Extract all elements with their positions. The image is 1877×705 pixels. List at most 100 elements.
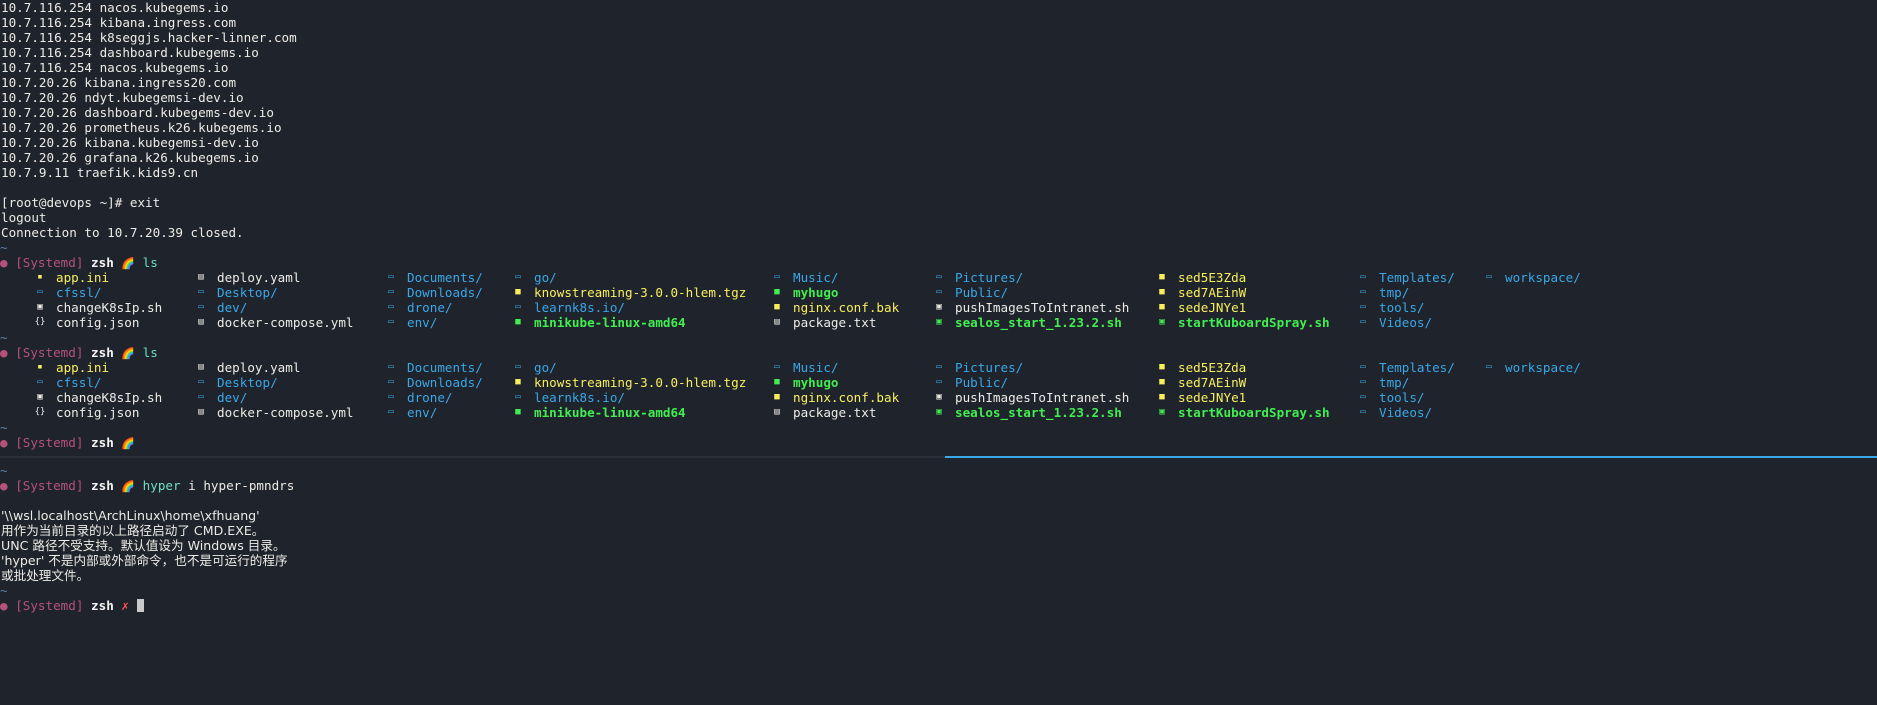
prompt-line: ● [Systemd] zsh 🌈 ls [0, 255, 1877, 270]
listing-row: ▭ cfssl/ ▭ Desktop/ ▭ Downloads/ ■ knowstreamin… [0, 285, 1877, 300]
archive-icon: ■ [515, 287, 521, 297]
prompt-line: ● [Systemd] zsh 🌈 hyper i hyper-pmndrs [0, 478, 1877, 493]
config-file-icon: ■ [774, 302, 780, 312]
active-prompt-line[interactable]: ● [Systemd] zsh ✗ [0, 598, 1877, 613]
folder-icon: ▭ [1360, 287, 1366, 297]
listing-entry: tmp/ [1379, 375, 1410, 390]
listing-entry: Pictures/ [955, 360, 1024, 375]
ls-listing: ▪ app.ini ▤ deploy.yaml ▭ Documents/ ▭ go/ ▭ Musi… [0, 360, 1877, 420]
listing-entry: Downloads/ [407, 285, 483, 300]
prompt-shell: zsh [91, 255, 114, 270]
listing-row: ▣ changeK8sIp.sh ▭ dev/ ▭ drone/ ▭ learnk8s.io/… [0, 390, 1877, 405]
listing-entry: env/ [407, 315, 438, 330]
rainbow-icon: 🌈 [121, 347, 136, 360]
listing-entry: learnk8s.io/ [534, 300, 625, 315]
output-line: 10.7.20.26 kibana.kubegemsi-dev.io [1, 135, 259, 150]
command-args: i hyper-pmndrs [180, 478, 295, 493]
folder-icon: ▭ [388, 362, 394, 372]
prompt-tag: [Systemd] [15, 255, 84, 270]
listing-entry: Public/ [955, 285, 1009, 300]
output-line: 10.7.20.26 dashboard.kubegems-dev.io [1, 105, 274, 120]
folder-icon: ▭ [1360, 302, 1366, 312]
listing-row: ▪ app.ini ▤ deploy.yaml ▭ Documents/ ▭ go/ ▭ Musi… [0, 270, 1877, 285]
listing-entry: env/ [407, 405, 438, 420]
ls-listing: ▪ app.ini ▤ deploy.yaml ▭ Documents/ ▭ go/ ▭ Musi… [0, 270, 1877, 330]
listing-entry: Music/ [793, 270, 839, 285]
status-dot-icon: ● [0, 345, 8, 360]
listing-entry: sedeJNYe1 [1178, 300, 1247, 315]
listing-entry: sed5E3Zda [1178, 360, 1247, 375]
file-icon: ■ [1159, 377, 1165, 387]
rainbow-icon: 🌈 [121, 257, 136, 270]
hosts-output: 10.7.116.254 nacos.kubegems.io 10.7.116.… [0, 0, 1877, 180]
listing-entry: docker-compose.yml [217, 405, 354, 420]
listing-row: ▣ changeK8sIp.sh ▭ dev/ ▭ drone/ ▭ learnk8s.io/… [0, 300, 1877, 315]
file-icon: ■ [1159, 272, 1165, 282]
prompt-line: ● [Systemd] zsh 🌈 [0, 435, 1877, 450]
listing-entry: Pictures/ [955, 270, 1024, 285]
listing-entry: changeK8sIp.sh [56, 390, 163, 405]
listing-entry: Downloads/ [407, 375, 483, 390]
pane-divider[interactable] [0, 456, 1877, 458]
prompt-cwd: ~ [0, 240, 8, 255]
listing-entry: sed7AEinW [1178, 375, 1247, 390]
folder-icon: ▭ [388, 392, 394, 402]
text-file-icon: ▤ [774, 407, 780, 417]
listing-entry: Music/ [793, 360, 839, 375]
folder-icon: ▭ [1360, 377, 1366, 387]
folder-icon: ▭ [1360, 392, 1366, 402]
shell-script-icon: ▣ [936, 407, 942, 417]
terminal-pane-top[interactable]: 10.7.116.254 nacos.kubegems.io 10.7.116.… [0, 0, 1877, 456]
shell-script-icon: ▣ [37, 392, 43, 402]
listing-entry: Documents/ [407, 270, 483, 285]
prompt-cwd: ~ [0, 330, 8, 345]
output-line: 10.7.116.254 nacos.kubegems.io [1, 60, 229, 75]
folder-icon: ▭ [1360, 407, 1366, 417]
json-file-icon: {} [34, 407, 46, 417]
listing-entry: knowstreaming-3.0.0-hlem.tgz [534, 375, 747, 390]
prompt-tag: [Systemd] [15, 435, 84, 450]
error-output-line: 用作为当前目录的以上路径启动了 CMD.EXE。 [1, 523, 265, 538]
listing-entry: deploy.yaml [217, 360, 301, 375]
listing-entry: dev/ [217, 390, 248, 405]
yaml-file-icon: ▤ [198, 407, 204, 417]
text-cursor[interactable] [136, 599, 144, 612]
command-text: ls [142, 255, 158, 270]
listing-row: ▭ cfssl/ ▭ Desktop/ ▭ Downloads/ ■ knowstreamin… [0, 375, 1877, 390]
status-dot-icon: ● [0, 435, 8, 450]
terminal-pane-bottom[interactable]: ~ ● [Systemd] zsh 🌈 hyper i hyper-pmndrs… [0, 459, 1877, 705]
error-x-icon: ✗ [121, 598, 129, 613]
listing-entry: cfssl/ [56, 285, 102, 300]
status-dot-icon: ● [0, 598, 8, 613]
folder-icon: ▭ [515, 302, 521, 312]
listing-entry: sealos_start_1.23.2.sh [955, 315, 1122, 330]
prompt-cwd: ~ [0, 463, 8, 478]
settings-file-icon: ▪ [37, 272, 43, 282]
shell-script-icon: ▣ [936, 317, 942, 327]
command-name: hyper [142, 478, 181, 493]
listing-entry: myhugo [793, 285, 839, 300]
listing-entry: tools/ [1379, 300, 1425, 315]
file-icon: ■ [1159, 392, 1165, 402]
listing-entry: tmp/ [1379, 285, 1410, 300]
executable-icon: ■ [774, 287, 780, 297]
shell-script-icon: ▣ [936, 392, 942, 402]
executable-icon: ■ [515, 317, 521, 327]
listing-entry: cfssl/ [56, 375, 102, 390]
folder-icon: ▭ [936, 377, 942, 387]
output-line: 10.7.116.254 dashboard.kubegems.io [1, 45, 259, 60]
yaml-file-icon: ▤ [198, 272, 204, 282]
prompt-shell: zsh [91, 345, 114, 360]
config-file-icon: ■ [774, 392, 780, 402]
listing-entry: app.ini [56, 360, 110, 375]
listing-entry: nginx.conf.bak [793, 300, 900, 315]
listing-entry: Templates/ [1379, 270, 1455, 285]
folder-icon: ▭ [388, 272, 394, 282]
shell-script-icon: ▣ [936, 302, 942, 312]
folder-icon: ▭ [936, 272, 942, 282]
shell-script-icon: ▣ [1159, 407, 1165, 417]
shell-script-icon: ▣ [1159, 317, 1165, 327]
error-output-line: '\\wsl.localhost\ArchLinux\home\xfhuang' [1, 508, 260, 523]
listing-entry: package.txt [793, 405, 877, 420]
